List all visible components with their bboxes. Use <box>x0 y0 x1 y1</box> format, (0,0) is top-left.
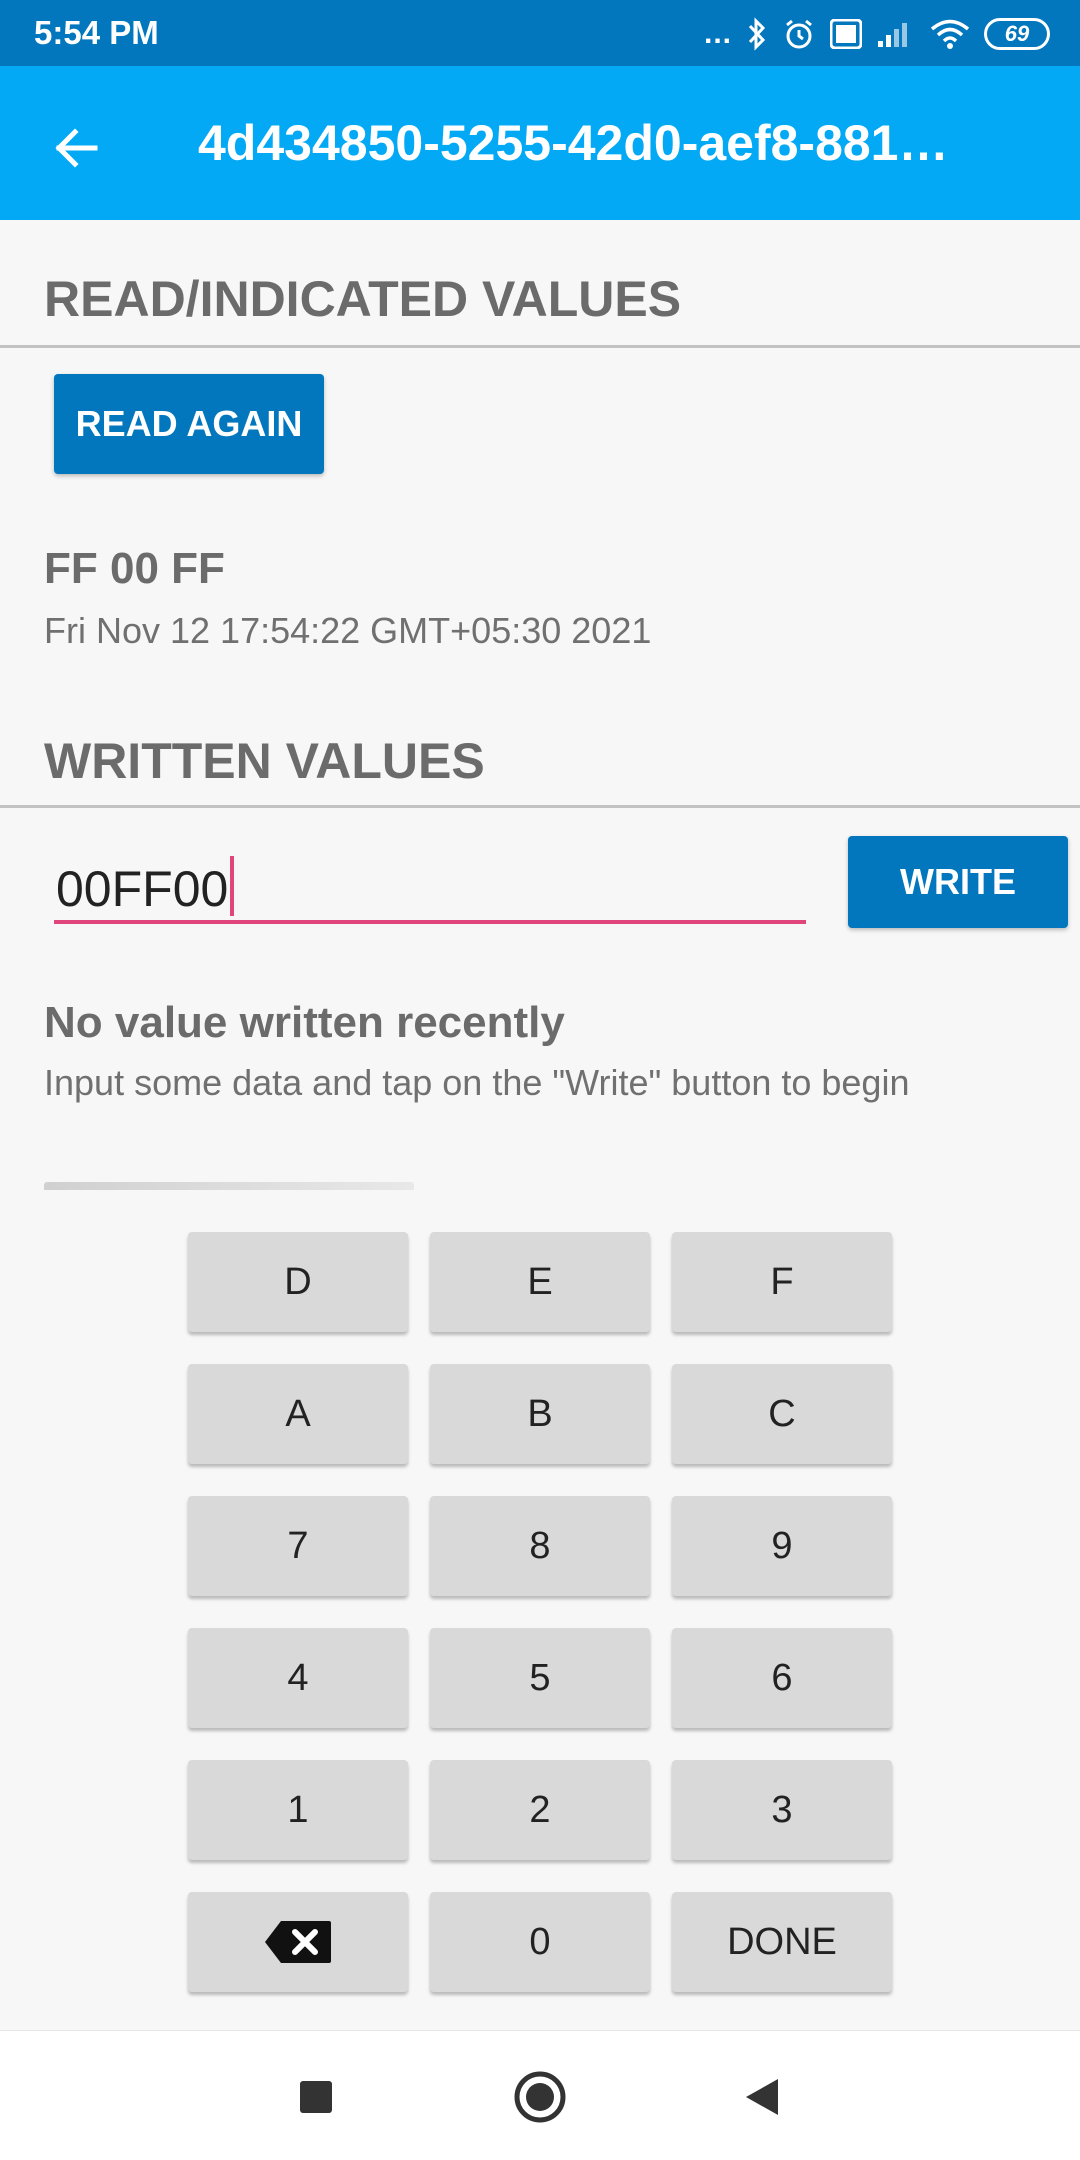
home-circle-icon <box>514 2071 566 2123</box>
page-title: 4d434850-5255-42d0-aef8-881… <box>198 115 949 171</box>
system-nav-bar <box>0 2030 1080 2160</box>
key-e[interactable]: E <box>430 1232 650 1332</box>
key-f[interactable]: F <box>672 1232 892 1332</box>
home-button[interactable] <box>510 2067 570 2127</box>
key-7[interactable]: 7 <box>188 1496 408 1596</box>
write-status-hint: Input some data and tap on the "Write" b… <box>44 1062 910 1103</box>
key-9[interactable]: 9 <box>672 1496 892 1596</box>
status-time: 5:54 PM <box>34 14 159 51</box>
recents-button[interactable] <box>286 2067 346 2127</box>
key-c[interactable]: C <box>672 1364 892 1464</box>
arrow-left-icon <box>55 128 98 168</box>
written-section-title: WRITTEN VALUES <box>44 733 485 789</box>
back-button[interactable] <box>38 110 114 186</box>
bluetooth-icon <box>746 17 768 51</box>
write-status-title: No value written recently <box>44 998 565 1047</box>
read-section-title: READ/INDICATED VALUES <box>44 271 682 327</box>
recents-square-icon <box>300 2081 332 2113</box>
status-icons: ... 69 <box>704 14 1050 54</box>
backspace-key[interactable] <box>188 1892 408 1992</box>
key-5[interactable]: 5 <box>430 1628 650 1728</box>
alarm-icon <box>782 17 816 51</box>
back-triangle-icon <box>746 2079 778 2115</box>
read-section-divider <box>0 345 1080 348</box>
app-bar: 4d434850-5255-42d0-aef8-881… <box>0 66 1080 220</box>
done-key[interactable]: DONE <box>672 1892 892 1992</box>
key-0[interactable]: 0 <box>430 1892 650 1992</box>
wifi-icon <box>930 18 970 50</box>
hex-keyboard: D E F A B C 7 8 9 4 5 6 1 2 3 0 DONE <box>0 1190 1080 2030</box>
descriptors-title-partial <box>44 1172 444 1190</box>
text-caret <box>230 856 235 916</box>
signal-icon <box>876 19 916 49</box>
backspace-icon <box>265 1921 331 1963</box>
write-button[interactable]: WRITE <box>848 836 1068 928</box>
key-4[interactable]: 4 <box>188 1628 408 1728</box>
volte-icon <box>830 19 862 49</box>
key-1[interactable]: 1 <box>188 1760 408 1860</box>
key-a[interactable]: A <box>188 1364 408 1464</box>
key-3[interactable]: 3 <box>672 1760 892 1860</box>
notification-dots: ... <box>703 17 732 50</box>
key-b[interactable]: B <box>430 1364 650 1464</box>
read-value: FF 00 FF <box>44 544 225 593</box>
read-timestamp: Fri Nov 12 17:54:22 GMT+05:30 2021 <box>44 610 652 651</box>
key-d[interactable]: D <box>188 1232 408 1332</box>
status-bar: 5:54 PM ... 69 <box>0 0 1080 66</box>
hex-input-field[interactable]: 00FF00 <box>54 838 806 924</box>
read-again-button[interactable]: READ AGAIN <box>54 374 324 474</box>
hex-input-text: 00FF00 <box>56 856 235 918</box>
battery-icon: 69 <box>984 18 1050 50</box>
system-back-button[interactable] <box>732 2067 792 2127</box>
key-2[interactable]: 2 <box>430 1760 650 1860</box>
key-6[interactable]: 6 <box>672 1628 892 1728</box>
hex-input-value: 00FF00 <box>56 861 229 917</box>
written-section-divider <box>0 805 1080 808</box>
key-8[interactable]: 8 <box>430 1496 650 1596</box>
